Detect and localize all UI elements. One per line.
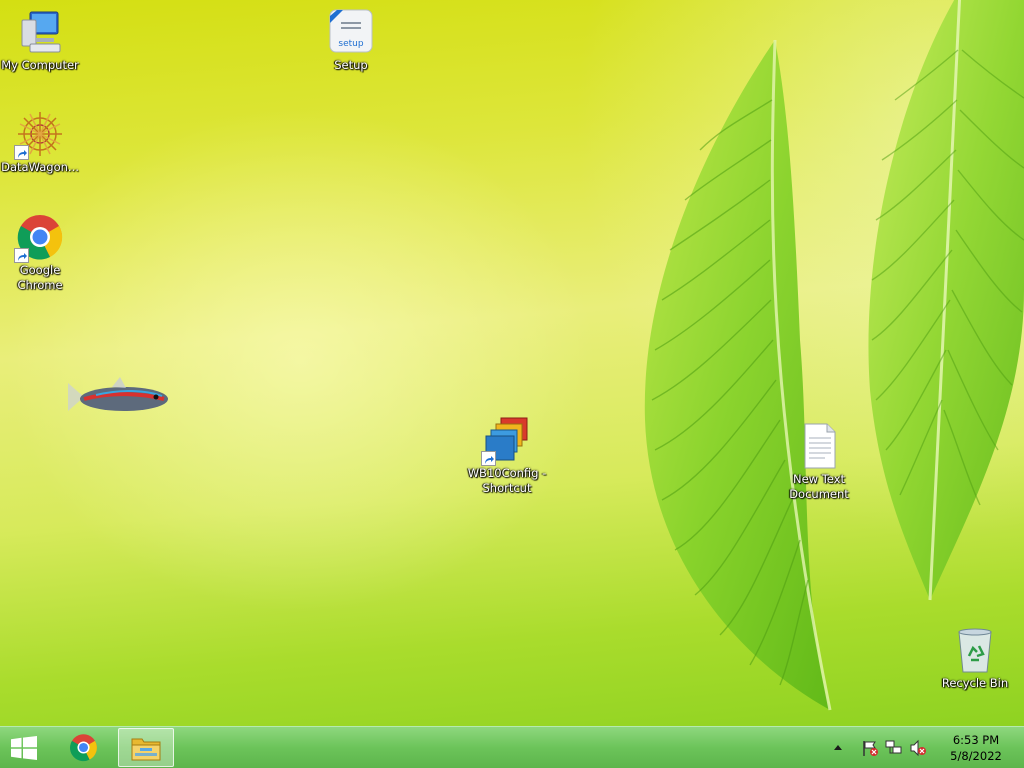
desktop-icon-label: My Computer bbox=[1, 58, 79, 72]
desktop-icon-my-computer[interactable]: My Computer bbox=[0, 8, 80, 73]
desktop-icon-new-text-document[interactable]: New Text Document bbox=[779, 422, 859, 502]
shortcut-arrow-icon bbox=[14, 145, 29, 160]
desktop-icon-recycle-bin[interactable]: Recycle Bin bbox=[935, 626, 1015, 691]
wallpaper-leaf-left bbox=[644, 40, 832, 711]
wb10config-icon bbox=[481, 416, 531, 466]
fish-decoration bbox=[68, 377, 168, 411]
windows-logo-icon bbox=[11, 736, 37, 760]
desktop-icon-datawagon[interactable]: DataWagon... bbox=[0, 110, 80, 175]
desktop[interactable]: My Computer setup Setup DataWagon... Goo… bbox=[0, 0, 1024, 768]
text-document-icon bbox=[795, 422, 843, 470]
desktop-icon-setup[interactable]: setup Setup bbox=[311, 8, 391, 73]
start-button[interactable] bbox=[0, 728, 48, 767]
taskbar-clock[interactable]: 6:53 PM 5/8/2022 bbox=[940, 732, 1012, 764]
datawagon-icon bbox=[14, 110, 64, 160]
chrome-icon bbox=[70, 734, 97, 762]
taskbar-file-explorer-button[interactable] bbox=[118, 728, 174, 767]
desktop-icon-label: Setup bbox=[334, 58, 368, 72]
taskbar: 6:53 PM 5/8/2022 bbox=[0, 726, 1024, 768]
file-explorer-icon bbox=[131, 738, 161, 761]
desktop-icon-label: WB10Config - Shortcut bbox=[467, 466, 547, 495]
network-icon[interactable] bbox=[885, 739, 903, 757]
recycle-bin-icon bbox=[951, 626, 999, 674]
svg-text:setup: setup bbox=[338, 39, 363, 49]
desktop-icon-label: DataWagon... bbox=[1, 160, 79, 174]
setup-icon: setup bbox=[327, 8, 375, 56]
shortcut-arrow-icon bbox=[481, 451, 496, 466]
taskbar-chrome-button[interactable] bbox=[60, 728, 108, 767]
desktop-icon-google-chrome[interactable]: Google Chrome bbox=[0, 213, 80, 293]
computer-icon bbox=[16, 8, 64, 56]
desktop-icon-label: New Text Document bbox=[789, 472, 849, 501]
shortcut-arrow-icon bbox=[14, 248, 29, 263]
volume-muted-icon[interactable] bbox=[909, 739, 927, 757]
chrome-icon bbox=[14, 213, 64, 263]
show-hidden-icons-chevron-icon[interactable] bbox=[829, 739, 847, 757]
wallpaper-leaf-right bbox=[868, 0, 1024, 601]
clock-date: 5/8/2022 bbox=[950, 749, 1002, 763]
desktop-icon-wb10config-shortcut[interactable]: WB10Config - Shortcut bbox=[467, 416, 547, 496]
action-center-flag-icon[interactable] bbox=[861, 739, 879, 757]
desktop-icon-label: Google Chrome bbox=[17, 263, 63, 292]
clock-time: 6:53 PM bbox=[952, 733, 1000, 747]
desktop-icon-label: Recycle Bin bbox=[941, 676, 1009, 690]
